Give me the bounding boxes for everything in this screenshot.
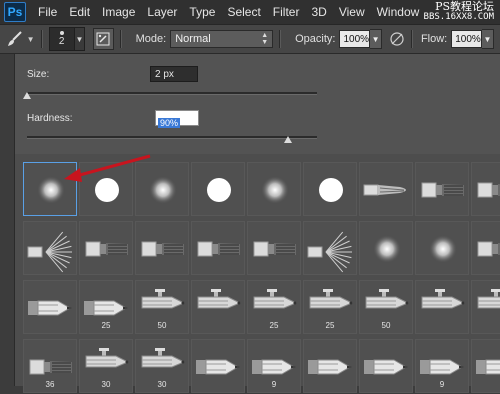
brush-tile[interactable]: 9 [247,339,301,393]
brush-tile[interactable] [191,339,245,393]
brush-size-label: 9 [271,380,277,389]
brush-tile[interactable] [135,221,189,275]
size-slider-track[interactable] [27,92,317,95]
brush-tip-icon [59,31,64,35]
opacity-dropdown-icon[interactable]: ▼ [370,29,383,49]
brush-tile[interactable] [303,162,357,216]
watermark-line1: PS教程论坛 [435,0,494,13]
brush-tile[interactable]: 36 [23,339,77,393]
brush-size-label: 25 [325,321,335,330]
watermark-line2: BBS.16XX8.COM [423,12,494,22]
hardness-value: 90% [158,118,181,128]
tablet-pressure-opacity-icon[interactable] [388,30,405,48]
size-slider-thumb[interactable] [23,92,31,99]
flow-input[interactable]: 100% [451,30,482,48]
menu-image[interactable]: Image [96,0,141,24]
brush-tile[interactable] [415,162,469,216]
brush-tile[interactable] [471,280,500,334]
brush-tile[interactable] [359,221,413,275]
brush-tile[interactable] [191,280,245,334]
separator [119,30,122,48]
brush-panel-toggle-icon[interactable] [93,28,114,50]
brush-tile[interactable] [247,221,301,275]
menu-bar: Ps File Edit Image Layer Type Select Fil… [0,0,500,25]
opacity-label: Opacity: [295,33,336,45]
brush-size-label: 25 [101,321,111,330]
brush-tile[interactable]: 25 [303,280,357,334]
brush-size-label: 30 [157,380,167,389]
brush-preset-grid: 25 50 25 25 50 36 30 30 9 9 [14,154,500,393]
tool-preset-caret-icon[interactable]: ▼ [27,35,35,44]
menu-select[interactable]: Select [221,0,266,24]
menu-layer[interactable]: Layer [141,0,183,24]
brush-size-label: 50 [381,321,391,330]
mode-label: Mode: [135,33,167,45]
hardness-label: Hardness: [27,113,73,124]
brush-size-label: 25 [269,321,279,330]
brush-tile[interactable]: 30 [135,339,189,393]
brush-tile[interactable] [191,221,245,275]
size-label: Size: [27,69,50,80]
hardness-input[interactable]: 90% [155,110,199,128]
blend-mode-select[interactable]: Normal ▲ ▼ [170,30,274,48]
brush-size-label: 9 [439,380,445,389]
red-arrow-annotation [64,154,151,182]
size-input[interactable]: 2 px [150,66,198,82]
brush-tile[interactable] [303,339,357,393]
menu-view[interactable]: View [333,0,371,24]
menu-edit[interactable]: Edit [63,0,96,24]
brush-tile[interactable] [471,162,500,216]
menu-file[interactable]: File [32,0,63,24]
brush-tile[interactable]: 25 [247,280,301,334]
brush-tile[interactable] [471,339,500,393]
menu-3d[interactable]: 3D [305,0,332,24]
brush-tile[interactable] [247,162,301,216]
menu-filter[interactable]: Filter [267,0,306,24]
brush-tile[interactable]: 30 [79,339,133,393]
brush-size-label: 30 [101,380,111,389]
menu-type[interactable]: Type [183,0,221,24]
brush-tile[interactable] [303,221,357,275]
photoshop-logo: Ps [4,2,26,22]
watermark: PS教程论坛 BBS.16XX8.COM [424,1,494,22]
options-bar: ▼ 2 ▼ Mode: Normal ▲ ▼ Opacity: 100% ▼ Fl… [0,25,500,54]
brush-tile[interactable] [23,221,77,275]
flow-dropdown-icon[interactable]: ▼ [481,29,494,49]
brush-size-readout: 2 [58,36,65,47]
separator [279,30,282,48]
brush-tile[interactable] [23,280,77,334]
opacity-input[interactable]: 100% [339,30,371,48]
brush-tile[interactable] [359,162,413,216]
brush-tile[interactable]: 50 [135,280,189,334]
brush-tile[interactable]: 25 [79,280,133,334]
blend-mode-value: Normal [175,33,211,45]
flow-label: Flow: [420,33,448,45]
brush-tile[interactable] [471,221,500,275]
brush-size-label: 36 [45,380,55,389]
hardness-slider-thumb[interactable] [284,136,292,143]
brush-tool-preset-icon[interactable] [6,29,25,49]
brush-tile[interactable] [79,221,133,275]
menu-window[interactable]: Window [371,0,426,24]
brush-size-label: 50 [157,321,167,330]
brush-tile[interactable] [359,339,413,393]
brush-tile[interactable] [415,280,469,334]
brush-picker-caret-icon[interactable]: ▼ [74,27,86,51]
separator [40,30,43,48]
brush-tile[interactable]: 9 [415,339,469,393]
brush-tile[interactable]: 50 [359,280,413,334]
brush-tile[interactable] [415,221,469,275]
hardness-slider-track[interactable] [27,136,317,139]
brush-preset-picker[interactable]: 2 [48,27,75,51]
brush-tile[interactable] [191,162,245,216]
updown-arrows-icon: ▲ ▼ [261,32,269,46]
brush-picker-settings: Size: 2 px Hardness: 90% [14,54,500,154]
separator [411,30,413,48]
